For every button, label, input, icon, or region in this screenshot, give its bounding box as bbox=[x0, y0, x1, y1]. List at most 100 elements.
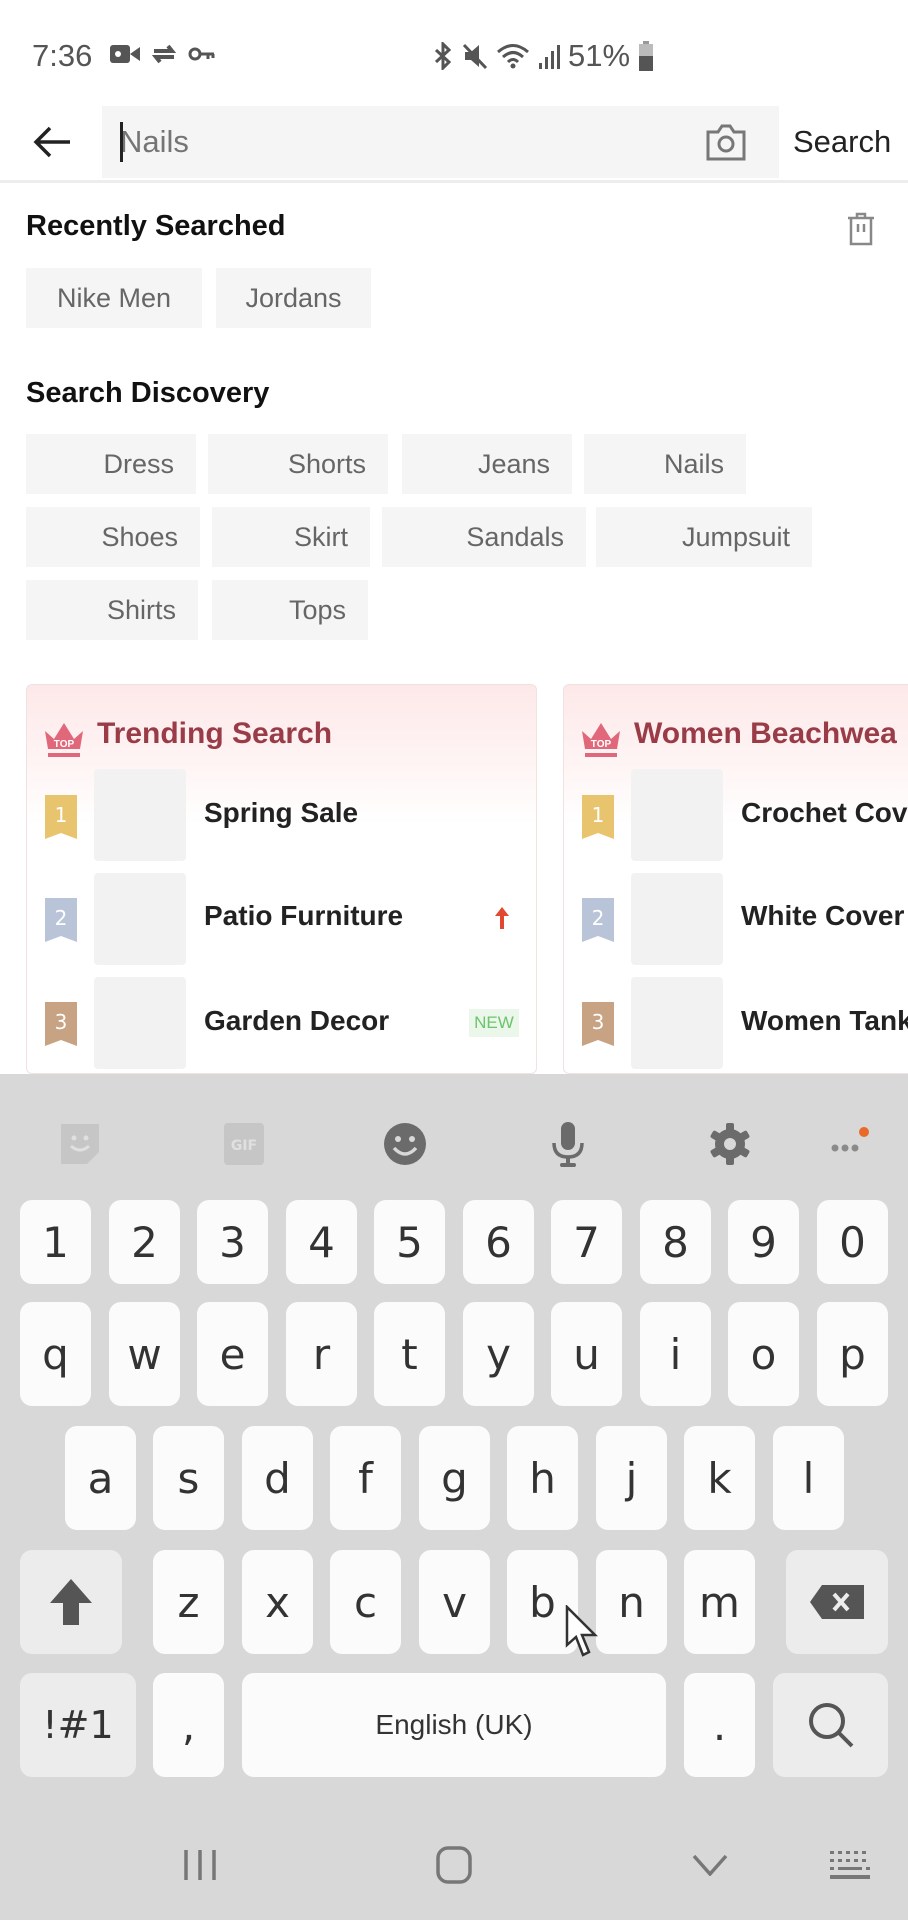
svg-text:TOP: TOP bbox=[54, 739, 75, 750]
backspace-key[interactable] bbox=[786, 1550, 888, 1654]
hide-keyboard-icon bbox=[692, 1854, 728, 1876]
sticker-button[interactable] bbox=[50, 1114, 110, 1174]
settings-icon bbox=[710, 1123, 750, 1165]
rank-badge-1: 1 bbox=[582, 795, 614, 839]
camera-icon[interactable] bbox=[705, 122, 747, 162]
keyboard-settings-button[interactable] bbox=[700, 1114, 760, 1174]
key-3[interactable]: 3 bbox=[197, 1200, 268, 1284]
discovery-chip[interactable]: Shirts bbox=[26, 580, 198, 640]
discovery-chip[interactable]: Tops bbox=[212, 580, 368, 640]
key-e[interactable]: e bbox=[197, 1302, 268, 1406]
key-1[interactable]: 1 bbox=[20, 1200, 91, 1284]
discovery-chip[interactable]: Skirt bbox=[212, 507, 370, 567]
discovery-chip-label: Shorts bbox=[287, 448, 366, 479]
key-z[interactable]: z bbox=[153, 1550, 224, 1654]
trash-icon[interactable] bbox=[846, 212, 876, 246]
key-h[interactable]: h bbox=[507, 1426, 578, 1530]
key-w[interactable]: w bbox=[109, 1302, 180, 1406]
key-period[interactable]: . bbox=[684, 1673, 755, 1777]
backspace-icon bbox=[810, 1585, 864, 1619]
recent-chip[interactable]: Nike Men bbox=[26, 268, 202, 328]
recent-apps-button[interactable] bbox=[178, 1840, 222, 1890]
key-l[interactable]: l bbox=[773, 1426, 844, 1530]
key-s[interactable]: s bbox=[153, 1426, 224, 1530]
keyboard-switch-button[interactable] bbox=[828, 1840, 872, 1890]
search-key[interactable] bbox=[773, 1673, 888, 1777]
key-m[interactable]: m bbox=[684, 1550, 755, 1654]
item-name: Crochet Cove bbox=[741, 797, 908, 828]
trend-up-arrow-icon bbox=[495, 907, 509, 929]
key-t[interactable]: t bbox=[374, 1302, 445, 1406]
key-j[interactable]: j bbox=[596, 1426, 667, 1530]
search-input[interactable] bbox=[120, 106, 680, 178]
discovery-chip[interactable]: Dress bbox=[26, 434, 196, 494]
key-k[interactable]: k bbox=[684, 1426, 755, 1530]
item-thumbnail bbox=[631, 769, 723, 861]
key-y[interactable]: y bbox=[463, 1302, 534, 1406]
hide-keyboard-button[interactable] bbox=[688, 1840, 732, 1890]
key-8[interactable]: 8 bbox=[640, 1200, 711, 1284]
svg-text:TOP: TOP bbox=[591, 739, 612, 750]
gif-button[interactable]: GIF bbox=[214, 1114, 274, 1174]
item-thumbnail bbox=[94, 977, 186, 1069]
key-g[interactable]: g bbox=[419, 1426, 490, 1530]
key-n[interactable]: n bbox=[596, 1550, 667, 1654]
key-x[interactable]: x bbox=[242, 1550, 313, 1654]
more-options-button[interactable] bbox=[818, 1114, 878, 1174]
sticker-icon bbox=[61, 1124, 99, 1164]
key-i[interactable]: i bbox=[640, 1302, 711, 1406]
more-icon bbox=[831, 1127, 869, 1152]
voice-input-button[interactable] bbox=[538, 1114, 598, 1174]
shift-arrow-icon bbox=[50, 1579, 92, 1625]
emoji-icon bbox=[384, 1123, 426, 1165]
shift-key[interactable] bbox=[20, 1550, 122, 1654]
rank-badge-2: 2 bbox=[582, 898, 614, 942]
key-q[interactable]: q bbox=[20, 1302, 91, 1406]
search-header: Search bbox=[0, 106, 908, 182]
key-c[interactable]: c bbox=[330, 1550, 401, 1654]
discovery-chip[interactable]: Nails bbox=[584, 434, 746, 494]
item-name: Garden Decor bbox=[204, 1005, 390, 1036]
discovery-chip[interactable]: Sandals bbox=[382, 507, 586, 567]
home-button[interactable] bbox=[432, 1840, 476, 1890]
key-comma[interactable]: , bbox=[153, 1673, 224, 1777]
svg-text:2: 2 bbox=[55, 906, 68, 930]
key-9[interactable]: 9 bbox=[728, 1200, 799, 1284]
search-icon bbox=[808, 1703, 853, 1748]
discovery-chip[interactable]: Shoes bbox=[26, 507, 200, 567]
key-5[interactable]: 5 bbox=[374, 1200, 445, 1284]
bluetooth-icon bbox=[434, 42, 452, 70]
key-7[interactable]: 7 bbox=[551, 1200, 622, 1284]
new-badge: NEW bbox=[469, 1009, 519, 1037]
discovery-chip[interactable]: Jeans bbox=[402, 434, 572, 494]
key-f[interactable]: f bbox=[330, 1426, 401, 1530]
key-o[interactable]: o bbox=[728, 1302, 799, 1406]
key-0[interactable]: 0 bbox=[817, 1200, 888, 1284]
search-box[interactable] bbox=[102, 106, 779, 178]
item-name: Women Tank bbox=[741, 1005, 908, 1036]
key-2[interactable]: 2 bbox=[109, 1200, 180, 1284]
search-submit-button[interactable]: Search bbox=[793, 124, 891, 160]
symbols-key[interactable]: !#1 bbox=[20, 1673, 136, 1777]
discovery-chip[interactable]: Shorts bbox=[208, 434, 388, 494]
item-thumbnail bbox=[631, 873, 723, 965]
key-4[interactable]: 4 bbox=[286, 1200, 357, 1284]
discovery-chip[interactable]: Jumpsuit bbox=[596, 507, 812, 567]
space-key[interactable]: English (UK) bbox=[242, 1673, 666, 1777]
key-p[interactable]: p bbox=[817, 1302, 888, 1406]
key-d[interactable]: d bbox=[242, 1426, 313, 1530]
recent-chip-label: Nike Men bbox=[56, 282, 172, 313]
item-name: Patio Furniture bbox=[204, 900, 404, 931]
discovery-chip-label: Shirts bbox=[106, 594, 176, 625]
back-arrow-icon[interactable] bbox=[30, 120, 74, 164]
home-icon bbox=[436, 1846, 472, 1884]
emoji-button[interactable] bbox=[375, 1114, 435, 1174]
key-u[interactable]: u bbox=[551, 1302, 622, 1406]
discovery-chip-label: Tops bbox=[288, 594, 346, 625]
recent-chip[interactable]: Jordans bbox=[216, 268, 371, 328]
key-6[interactable]: 6 bbox=[463, 1200, 534, 1284]
key-r[interactable]: r bbox=[286, 1302, 357, 1406]
key-v[interactable]: v bbox=[419, 1550, 490, 1654]
svg-text:GIF: GIF bbox=[231, 1138, 257, 1154]
key-a[interactable]: a bbox=[65, 1426, 136, 1530]
